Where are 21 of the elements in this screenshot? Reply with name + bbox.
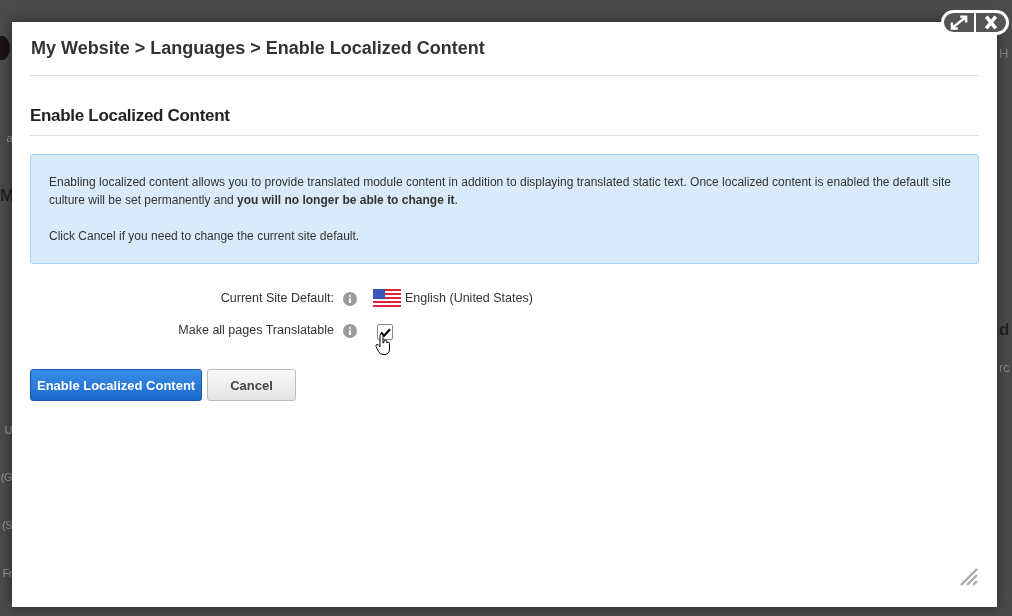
- background-text: H: [999, 46, 1009, 61]
- flag-icon: [373, 289, 401, 307]
- field-label: Make all pages Translatable: [177, 322, 334, 337]
- info-icon[interactable]: [343, 292, 357, 306]
- info-icon[interactable]: [343, 324, 357, 338]
- breadcrumb: My Website > Languages > Enable Localized Content: [30, 38, 486, 60]
- hand-cursor-icon: [375, 334, 391, 356]
- notice-text: Click Cancel if you need to change the current site default.: [49, 228, 361, 245]
- background-text: a: [5, 132, 12, 144]
- background-text: (S: [1, 519, 12, 531]
- language-value: English (United States): [405, 290, 533, 305]
- background-text: (G: [0, 471, 12, 483]
- notice-text: Enabling localized content allows you to provide translated module content in addition to displaying translated static text. Once localized content is enabled the default site culture will be set permanently and you will no longer be able to change it.: [49, 174, 952, 209]
- section-heading: Enable Localized Content: [30, 106, 231, 126]
- background-text: Fr: [1, 567, 12, 579]
- cancel-button[interactable]: Cancel: [207, 369, 296, 401]
- resize-grip-icon[interactable]: [959, 567, 979, 587]
- background-text: rc: [999, 360, 1010, 375]
- enable-button[interactable]: Enable Localized Content: [30, 369, 203, 401]
- background-text: U: [3, 424, 12, 436]
- field-label: Current Site Default:: [219, 290, 334, 305]
